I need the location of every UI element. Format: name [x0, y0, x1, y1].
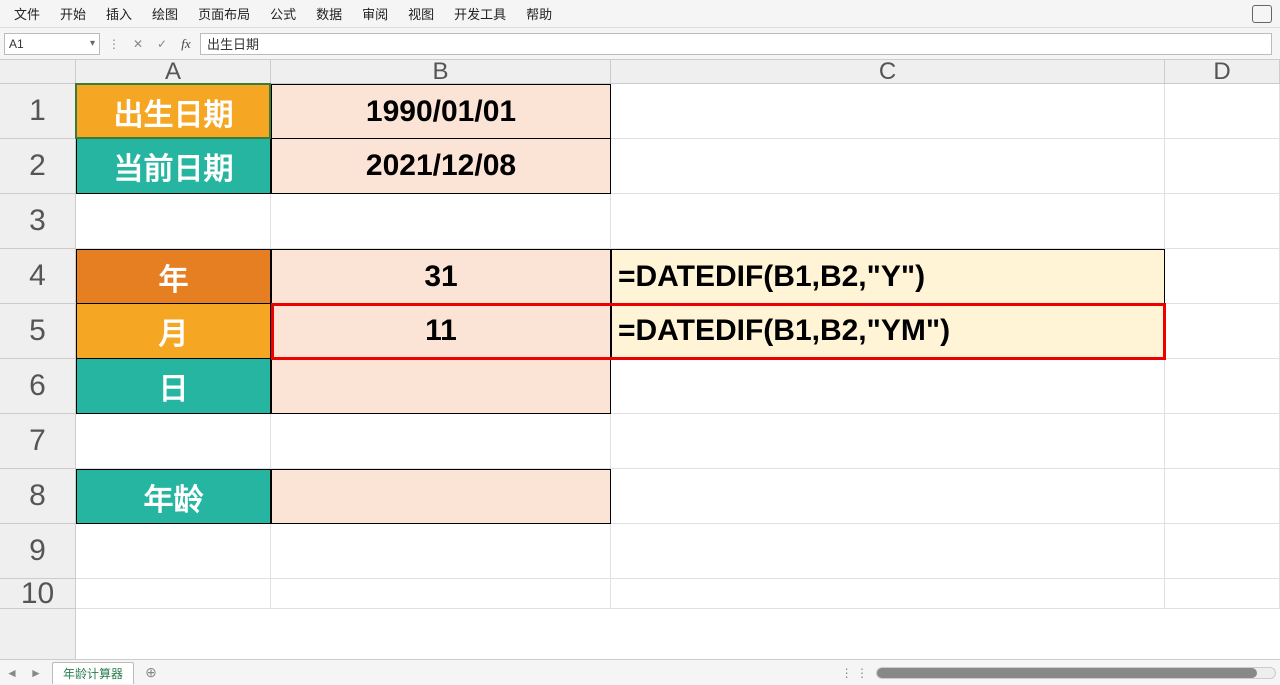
cell-A9[interactable] — [76, 524, 271, 579]
cell-C10[interactable] — [611, 579, 1165, 609]
cell-C5[interactable]: =DATEDIF(B1,B2,"YM") — [611, 304, 1165, 359]
menu-view[interactable]: 视图 — [398, 4, 444, 23]
cell-B10[interactable] — [271, 579, 611, 609]
cell-A6[interactable]: 日 — [76, 359, 271, 414]
cell-B8[interactable] — [271, 469, 611, 524]
name-box[interactable]: A1 ▾ — [4, 33, 100, 55]
cell-C3[interactable] — [611, 194, 1165, 249]
formula-bar[interactable]: 出生日期 — [200, 33, 1272, 55]
cell-A1[interactable]: 出生日期 — [76, 84, 271, 139]
cell-D7[interactable] — [1165, 414, 1280, 469]
formula-toolbar: A1 ▾ ⋮ ✕ ✓ fx 出生日期 — [0, 28, 1280, 60]
menu-insert[interactable]: 插入 — [96, 4, 142, 23]
cell-B3[interactable] — [271, 194, 611, 249]
menu-formula[interactable]: 公式 — [260, 4, 306, 23]
col-header-D[interactable]: D — [1165, 60, 1280, 83]
row-headers: 1 2 3 4 5 6 7 8 9 10 — [0, 84, 76, 659]
menu-bar: 文件 开始 插入 绘图 页面布局 公式 数据 审阅 视图 开发工具 帮助 — [0, 0, 1280, 28]
menu-pagelayout[interactable]: 页面布局 — [188, 4, 260, 23]
row-header-3[interactable]: 3 — [0, 194, 75, 249]
menu-data[interactable]: 数据 — [306, 4, 352, 23]
col-header-A[interactable]: A — [76, 60, 271, 83]
cell-D5[interactable] — [1165, 304, 1280, 359]
cell-C8[interactable] — [611, 469, 1165, 524]
row-header-8[interactable]: 8 — [0, 469, 75, 524]
cell-A4[interactable]: 年 — [76, 249, 271, 304]
cell-B2[interactable]: 2021/12/08 — [271, 139, 611, 194]
cell-A3[interactable] — [76, 194, 271, 249]
cell-D10[interactable] — [1165, 579, 1280, 609]
cell-D4[interactable] — [1165, 249, 1280, 304]
horizontal-scrollbar[interactable] — [876, 667, 1276, 679]
row-header-2[interactable]: 2 — [0, 139, 75, 194]
cell-D9[interactable] — [1165, 524, 1280, 579]
row-header-7[interactable]: 7 — [0, 414, 75, 469]
tab-nav-right-icon[interactable]: ► — [26, 663, 46, 683]
column-headers: A B C D — [76, 60, 1280, 84]
cell-B7[interactable] — [271, 414, 611, 469]
scrollbar-thumb[interactable] — [877, 668, 1257, 678]
cell-B4[interactable]: 31 — [271, 249, 611, 304]
cell-D6[interactable] — [1165, 359, 1280, 414]
cell-C6[interactable] — [611, 359, 1165, 414]
accept-icon[interactable]: ✓ — [152, 34, 172, 54]
chevron-down-icon[interactable]: ▾ — [90, 38, 95, 49]
cell-D1[interactable] — [1165, 84, 1280, 139]
formula-bar-value: 出生日期 — [207, 34, 259, 53]
fx-icon[interactable]: fx — [176, 34, 196, 54]
cell-A5[interactable]: 月 — [76, 304, 271, 359]
cell-A8[interactable]: 年龄 — [76, 469, 271, 524]
row-header-4[interactable]: 4 — [0, 249, 75, 304]
col-header-B[interactable]: B — [271, 60, 611, 83]
cell-B6[interactable] — [271, 359, 611, 414]
cell-A2[interactable]: 当前日期 — [76, 139, 271, 194]
cell-B1[interactable]: 1990/01/01 — [271, 84, 611, 139]
menu-help[interactable]: 帮助 — [516, 4, 562, 23]
menu-file[interactable]: 文件 — [4, 4, 50, 23]
menu-review[interactable]: 审阅 — [352, 4, 398, 23]
sheet-tab-active[interactable]: 年龄计算器 — [52, 662, 134, 684]
select-all-corner[interactable] — [0, 60, 76, 84]
cell-A10[interactable] — [76, 579, 271, 609]
row-header-1[interactable]: 1 — [0, 84, 75, 139]
name-box-value: A1 — [9, 37, 24, 51]
cell-C2[interactable] — [611, 139, 1165, 194]
cell-C4[interactable]: =DATEDIF(B1,B2,"Y") — [611, 249, 1165, 304]
row-header-9[interactable]: 9 — [0, 524, 75, 579]
spreadsheet: A B C D 1 2 3 4 5 6 7 8 9 10 出生日期 1990/0… — [0, 60, 1280, 659]
cell-grid: 出生日期 1990/01/01 当前日期 2021/12/08 年 31 =DA… — [76, 84, 1280, 659]
cell-C1[interactable] — [611, 84, 1165, 139]
cell-A7[interactable] — [76, 414, 271, 469]
col-header-C[interactable]: C — [611, 60, 1165, 83]
cell-D8[interactable] — [1165, 469, 1280, 524]
cell-D2[interactable] — [1165, 139, 1280, 194]
tab-options-icon[interactable]: ⋮ ⋮ — [841, 666, 868, 680]
row-header-6[interactable]: 6 — [0, 359, 75, 414]
row-header-10[interactable]: 10 — [0, 579, 75, 609]
menu-draw[interactable]: 绘图 — [142, 4, 188, 23]
dropdown-icon[interactable]: ⋮ — [104, 34, 124, 54]
sheet-tabs: ◄ ► 年龄计算器 ⊕ ⋮ ⋮ — [0, 659, 1280, 685]
cell-C7[interactable] — [611, 414, 1165, 469]
cell-B9[interactable] — [271, 524, 611, 579]
menu-home[interactable]: 开始 — [50, 4, 96, 23]
cell-B5[interactable]: 11 — [271, 304, 611, 359]
tab-nav-left-icon[interactable]: ◄ — [2, 663, 22, 683]
cell-C9[interactable] — [611, 524, 1165, 579]
menu-devtools[interactable]: 开发工具 — [444, 4, 516, 23]
comment-icon[interactable] — [1252, 5, 1272, 23]
add-sheet-icon[interactable]: ⊕ — [142, 664, 160, 682]
row-header-5[interactable]: 5 — [0, 304, 75, 359]
cancel-icon[interactable]: ✕ — [128, 34, 148, 54]
cell-D3[interactable] — [1165, 194, 1280, 249]
